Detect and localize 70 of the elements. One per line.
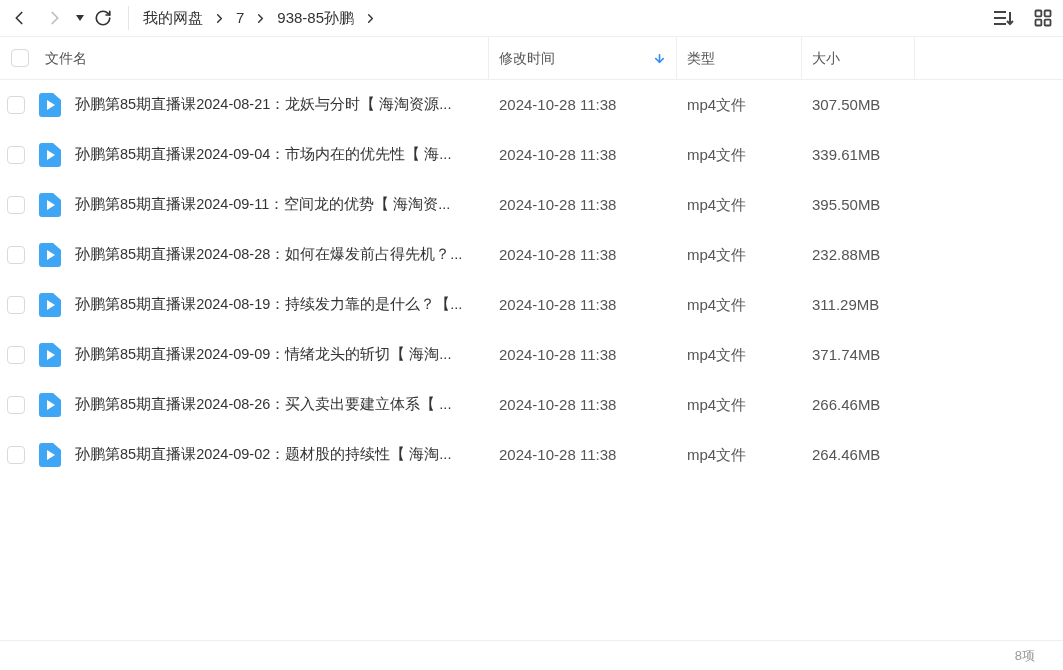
modified-time: 2024-10-28 11:38	[498, 244, 618, 265]
file-name[interactable]: 孙鹏第85期直播课2024-08-19：持续发力靠的是什么？【...	[75, 294, 463, 316]
file-type: mp4文件	[686, 344, 748, 365]
dropdown-caret-icon[interactable]	[76, 15, 84, 21]
refresh-icon[interactable]	[94, 9, 112, 27]
modified-time: 2024-10-28 11:38	[498, 194, 618, 215]
video-file-icon	[39, 193, 61, 217]
file-type: mp4文件	[686, 94, 748, 115]
file-row[interactable]: 孙鹏第85期直播课2024-08-21：龙妖与分时【 海淘资源... 2024-10-28 11:38 mp4文件 307.50MB	[0, 80, 1063, 130]
file-name[interactable]: 孙鹏第85期直播课2024-08-21：龙妖与分时【 海淘资源...	[75, 94, 452, 116]
file-type: mp4文件	[686, 194, 748, 215]
video-file-icon	[39, 93, 61, 117]
checkbox[interactable]	[7, 246, 25, 264]
column-header[interactable]: 类型	[677, 37, 802, 79]
file-row[interactable]: 孙鹏第85期直播课2024-09-09：情绪龙头的斩切【 海淘... 2024-10-28 11:38 mp4文件 371.74MB	[0, 330, 1063, 380]
checkbox[interactable]	[7, 296, 25, 314]
file-row[interactable]: 孙鹏第85期直播课2024-09-02：题材股的持续性【 海淘... 2024-10-28 11:38 mp4文件 264.46MB	[0, 430, 1063, 480]
file-size: 311.29MB	[811, 294, 881, 315]
file-size: 339.61MB	[811, 144, 882, 165]
breadcrumb-link[interactable]: 我的网盘	[143, 6, 203, 30]
file-name[interactable]: 孙鹏第85期直播课2024-09-09：情绪龙头的斩切【 海淘...	[75, 344, 452, 366]
breadcrumb-link[interactable]: 7	[236, 6, 245, 30]
file-row[interactable]: 孙鹏第85期直播课2024-08-19：持续发力靠的是什么？【... 2024-10-28 11:38 mp4文件 311.29MB	[0, 280, 1063, 330]
video-file-icon	[39, 343, 61, 367]
file-type: mp4文件	[686, 244, 748, 265]
modified-time: 2024-10-28 11:38	[498, 294, 618, 315]
file-type: mp4文件	[686, 444, 748, 465]
modified-time: 2024-10-28 11:38	[498, 444, 618, 465]
modified-time: 2024-10-28 11:38	[498, 394, 618, 415]
file-name[interactable]: 孙鹏第85期直播课2024-08-28：如何在爆发前占得先机？...	[75, 244, 463, 266]
video-file-icon	[39, 293, 61, 317]
grid-view-icon[interactable]	[1033, 8, 1053, 28]
file-name[interactable]: 孙鹏第85期直播课2024-09-11：空间龙的优势【 海淘资...	[75, 194, 451, 216]
column-header[interactable]: 大小	[802, 37, 915, 79]
video-file-icon	[39, 243, 61, 267]
file-name[interactable]: 孙鹏第85期直播课2024-09-04：市场内在的优先性【 海...	[75, 144, 452, 166]
file-type: mp4文件	[686, 294, 748, 315]
modified-time: 2024-10-28 11:38	[498, 94, 618, 115]
item-count: 8项	[1014, 646, 1035, 665]
modified-time: 2024-10-28 11:38	[498, 144, 618, 165]
breadcrumb-link[interactable]: 938-85孙鹏	[277, 6, 355, 30]
modified-time: 2024-10-28 11:38	[498, 344, 618, 365]
file-type: mp4文件	[686, 144, 748, 165]
file-size: 264.46MB	[811, 444, 882, 465]
file-row[interactable]: 孙鹏第85期直播课2024-08-26：买入卖出要建立体系【 ... 2024-10-28 11:38 mp4文件 266.46MB	[0, 380, 1063, 430]
file-name[interactable]: 孙鹏第85期直播课2024-08-26：买入卖出要建立体系【 ...	[75, 394, 452, 416]
video-file-icon	[39, 143, 61, 167]
file-row[interactable]: 孙鹏第85期直播课2024-09-04：市场内在的优先性【 海... 2024-10-28 11:38 mp4文件 339.61MB	[0, 130, 1063, 180]
video-file-icon	[39, 443, 61, 467]
file-type: mp4文件	[686, 394, 748, 415]
column-header[interactable]: 修改时间	[489, 37, 677, 79]
checkbox[interactable]	[7, 396, 25, 414]
video-file-icon	[39, 393, 61, 417]
file-size: 232.88MB	[811, 244, 882, 265]
file-size: 395.50MB	[811, 194, 882, 215]
column-header[interactable]: 文件名	[35, 37, 489, 79]
checkbox[interactable]	[7, 96, 25, 114]
file-row[interactable]: 孙鹏第85期直播课2024-08-28：如何在爆发前占得先机？... 2024-10-28 11:38 mp4文件 232.88MB	[0, 230, 1063, 280]
file-size: 307.50MB	[811, 94, 882, 115]
checkbox[interactable]	[7, 146, 25, 164]
checkbox[interactable]	[7, 346, 25, 364]
checkbox[interactable]	[11, 49, 29, 67]
file-name[interactable]: 孙鹏第85期直播课2024-09-02：题材股的持续性【 海淘...	[75, 444, 452, 466]
file-row[interactable]: 孙鹏第85期直播课2024-09-11：空间龙的优势【 海淘资... 2024-10-28 11:38 mp4文件 395.50MB	[0, 180, 1063, 230]
checkbox[interactable]	[7, 446, 25, 464]
file-size: 266.46MB	[811, 394, 882, 415]
checkbox[interactable]	[7, 196, 25, 214]
file-size: 371.74MB	[811, 344, 882, 365]
sort-list-icon[interactable]	[993, 10, 1015, 26]
sort-arrow-icon	[653, 51, 666, 65]
